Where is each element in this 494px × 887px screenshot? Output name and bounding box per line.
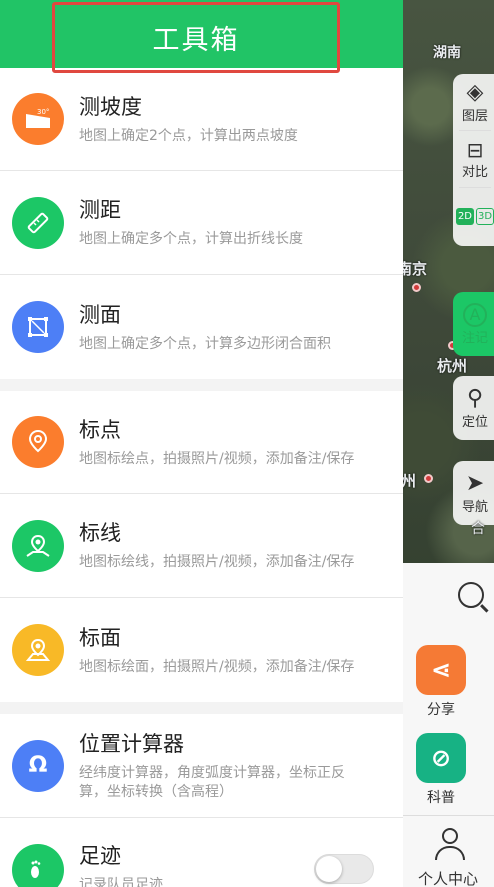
layers-label: 图层 (461, 108, 488, 124)
map-label: 合 (471, 521, 485, 537)
annotate-icon: A (463, 302, 487, 327)
locate-label: 定位 (461, 414, 488, 430)
locate-button[interactable]: ⚲ 定位 (453, 376, 494, 440)
tool-distance[interactable]: 测距 地图上确定多个点，计算出折线长度 (0, 171, 403, 275)
compare-button[interactable]: ⊟ 对比 (453, 131, 494, 187)
3d-icon: 3D (476, 207, 494, 225)
layers-button[interactable]: ◈ 图层 (453, 74, 494, 130)
compare-icon: ⊟ (466, 137, 484, 162)
tool-name: 测距 (79, 198, 121, 222)
user-center-button[interactable]: 个人中心 (403, 815, 494, 887)
tool-description: 经纬度计算器，角度弧度计算器，坐标正反 算，坐标转换（含高程） (79, 764, 345, 802)
tool-name: 位置计算器 (79, 731, 184, 756)
page-title: 工具箱 (152, 25, 240, 56)
tool-name: 足迹 (79, 844, 121, 868)
tool-description: 地图上确定多个点，计算多边形闭合面积 (79, 335, 331, 352)
city-marker (412, 283, 421, 292)
tool-area[interactable]: 测面 地图上确定多个点，计算多边形闭合面积 (0, 275, 403, 379)
tool-mark-line[interactable]: 标线 地图标绘线，拍摄照片/视频，添加备注/保存 (0, 494, 403, 598)
tool-description-line: 经纬度计算器，角度弧度计算器，坐标正反 (79, 764, 345, 781)
annotate-button[interactable]: A 注记 (453, 292, 494, 356)
tool-description: 地图上确定2个点，计算出两点坡度 (79, 127, 298, 144)
share-button[interactable]: ⋖ 分享 (416, 645, 466, 719)
line-pin-icon (12, 519, 64, 572)
tool-name: 标面 (79, 625, 121, 650)
tool-name: 测坡度 (79, 94, 142, 119)
ruler-icon (12, 196, 64, 249)
map-pin-icon (12, 416, 64, 468)
area-pin-icon (12, 624, 64, 676)
drawer-header: 工具箱 (0, 0, 403, 73)
science-icon: ⊘ (416, 733, 466, 783)
footprint-icon (12, 844, 64, 887)
science-label: 科普 (427, 790, 455, 806)
tool-name: 标点 (79, 417, 121, 442)
tool-description: 地图上确定多个点，计算出折线长度 (79, 231, 303, 247)
paper-plane-icon: ➤ (465, 470, 485, 496)
map-label: 南京 (403, 260, 428, 278)
tool-description: 地图标绘点，拍摄照片/视频，添加备注/保存 (79, 450, 355, 467)
tool-description: 记录队员足迹 (79, 877, 163, 887)
user-center-label: 个人中心 (418, 870, 479, 887)
slope-icon: 30° (12, 93, 64, 145)
tool-position-calculator[interactable]: Ω 位置计算器 经纬度计算器，角度弧度计算器，坐标正反 算，坐标转换（含高程） (0, 714, 403, 818)
science-button[interactable]: ⊘ 科普 (416, 733, 466, 807)
share-icon: ⋖ (416, 645, 466, 695)
omega-icon: Ω (12, 739, 64, 792)
annotate-label: 注记 (461, 330, 488, 346)
map-tools-panel: ◈ 图层 ⊟ 对比 2D 3D (453, 74, 494, 246)
location-pin-icon: ⚲ (466, 385, 484, 411)
tool-slope[interactable]: 30° 测坡度 地图上确定2个点，计算出两点坡度 (0, 68, 403, 171)
tool-name: 测面 (79, 302, 121, 327)
title-highlight-box: 工具箱 (52, 2, 340, 73)
toggle-knob (316, 856, 342, 882)
svg-text:30°: 30° (37, 108, 49, 116)
navigate-button[interactable]: ➤ 导航 (453, 461, 494, 525)
map-label: 州 (403, 472, 417, 490)
tool-description: 地图标绘面，拍摄照片/视频，添加备注/保存 (79, 658, 355, 675)
footprint-toggle[interactable] (314, 854, 374, 884)
section-divider (0, 379, 403, 391)
area-icon (12, 301, 64, 353)
tool-mark-point[interactable]: 标点 地图标绘点，拍摄照片/视频，添加备注/保存 (0, 391, 403, 494)
2d-icon: 2D (455, 207, 474, 225)
tool-name: 标线 (79, 521, 121, 545)
tool-description: 地图标绘线，拍摄照片/视频，添加备注/保存 (79, 554, 355, 570)
map-label: 杭州 (437, 357, 468, 375)
section-divider (0, 702, 403, 714)
user-icon (442, 828, 458, 844)
user-icon-body (435, 846, 465, 860)
navigate-label: 导航 (461, 499, 488, 515)
map-label: 湖南 (433, 45, 461, 61)
city-marker (424, 474, 433, 483)
tool-mark-area[interactable]: 标面 地图标绘面，拍摄照片/视频，添加备注/保存 (0, 598, 403, 702)
compare-label: 对比 (461, 164, 488, 180)
search-icon[interactable] (458, 582, 484, 608)
share-label: 分享 (427, 702, 455, 718)
2d-3d-toggle[interactable]: 2D 3D (453, 188, 494, 244)
toolbox-drawer: 工具箱 30° 测坡度 地图上确定2个点，计算出两点坡度 测距 地图上确定多个点… (0, 0, 403, 887)
layers-icon: ◈ (466, 79, 484, 105)
tool-footprint[interactable]: 足迹 记录队员足迹 (0, 818, 403, 887)
tool-description-line: 算，坐标转换（含高程） (79, 783, 233, 800)
